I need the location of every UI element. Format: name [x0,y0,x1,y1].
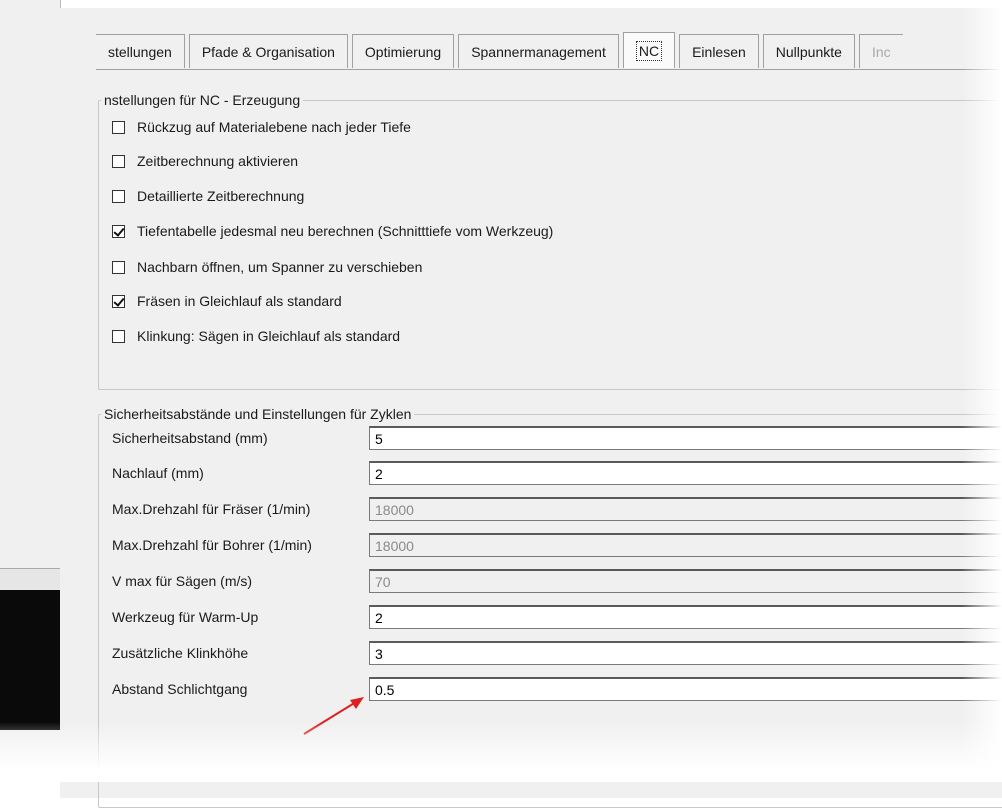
checkbox-klinkung-saegen[interactable]: Klinkung: Sägen in Gleichlauf als standa… [112,325,400,347]
max-drehzahl-fraeser-input [369,497,1002,521]
checkbox-detaillierte-zeitberechnung[interactable]: Detaillierte Zeitberechnung [112,185,304,207]
tab-inc[interactable]: Inc [858,34,903,68]
checkbox-box[interactable] [112,120,125,134]
tab-label: Einlesen [692,43,746,60]
tab-einlesen[interactable]: Einlesen [679,34,759,68]
checkbox-nachbarn-oeffnen[interactable]: Nachbarn öffnen, um Spanner zu verschieb… [112,256,422,278]
tab-spannermanagement[interactable]: Spannermanagement [458,34,619,68]
checkbox-label: Rückzug auf Materialebene nach jeder Tie… [137,119,411,135]
checkbox-label: Zeitberechnung aktivieren [137,153,299,169]
edge-vignette-right [962,0,1002,782]
settings-dialog: stellungen Pfade & Organisation Optimier… [60,8,1002,808]
left-dark-panel [0,590,62,730]
checkbox-fraesen-gleichlauf[interactable]: Fräsen in Gleichlauf als standard [112,290,342,312]
tab-label: Nullpunkte [775,43,842,60]
field-label: Werkzeug für Warm-Up [112,609,259,625]
tab-nullpunkte[interactable]: Nullpunkte [762,34,855,68]
group-legend: Sicherheitsabstände und Einstellungen fü… [104,406,412,422]
group-legend: nstellungen für NC - Erzeugung [104,92,301,108]
edge-vignette-bottom [0,722,1002,782]
max-drehzahl-bohrer-input [369,533,1002,557]
checkbox-box[interactable] [112,224,125,238]
checkbox-box[interactable] [112,329,125,343]
checkbox-label: Klinkung: Sägen in Gleichlauf als standa… [137,328,401,344]
checkbox-label: Nachbarn öffnen, um Spanner zu verschieb… [137,259,423,275]
tab-divider [96,69,1002,70]
tab-einstellungen[interactable]: stellungen [96,34,185,68]
checkbox-box[interactable] [112,260,125,274]
tab-label: stellungen [108,43,172,60]
left-scrollbar-strip [0,568,62,591]
tab-nc[interactable]: NC [622,32,676,68]
nachlauf-input[interactable] [369,461,1002,485]
zusaetzliche-klinkhoehe-input[interactable] [369,641,1002,665]
tab-bar: stellungen Pfade & Organisation Optimier… [96,32,907,70]
field-label: Nachlauf (mm) [112,465,204,481]
checkbox-box[interactable] [112,189,125,203]
checkbox-label: Detaillierte Zeitberechnung [137,188,305,204]
checkbox-label: Tiefentabelle jedesmal neu berechnen (Sc… [137,223,554,239]
checkbox-box[interactable] [112,154,125,168]
werkzeug-warm-up-input[interactable] [369,605,1002,629]
checkbox-tiefentabelle[interactable]: Tiefentabelle jedesmal neu berechnen (Sc… [112,220,553,242]
sicherheitsabstand-input[interactable] [369,426,1002,450]
field-label: Zusätzliche Klinkhöhe [112,645,249,661]
tab-label: Optimierung [364,43,442,60]
checkbox-zeitberechnung[interactable]: Zeitberechnung aktivieren [112,150,298,172]
field-label: Abstand Schlichtgang [112,681,248,697]
tab-label: NC [635,40,663,61]
abstand-schlichtgang-input[interactable] [369,677,1002,701]
field-label: Max.Drehzahl für Fräser (1/min) [112,501,311,517]
tab-pfade-organisation[interactable]: Pfade & Organisation [188,34,348,68]
tab-label: Spannermanagement [471,43,606,60]
checkbox-label: Fräsen in Gleichlauf als standard [137,293,342,309]
checkbox-rueckzug[interactable]: Rückzug auf Materialebene nach jeder Tie… [112,116,411,138]
tab-optimierung[interactable]: Optimierung [351,34,455,68]
checkbox-box[interactable] [112,294,125,308]
v-max-saegen-input [369,569,1002,593]
field-label: Max.Drehzahl für Bohrer (1/min) [112,537,312,553]
tab-label: Inc [871,43,891,60]
tab-label: Pfade & Organisation [201,43,335,60]
field-label: Sicherheitsabstand (mm) [112,430,268,446]
field-label: V max für Sägen (m/s) [112,573,253,589]
